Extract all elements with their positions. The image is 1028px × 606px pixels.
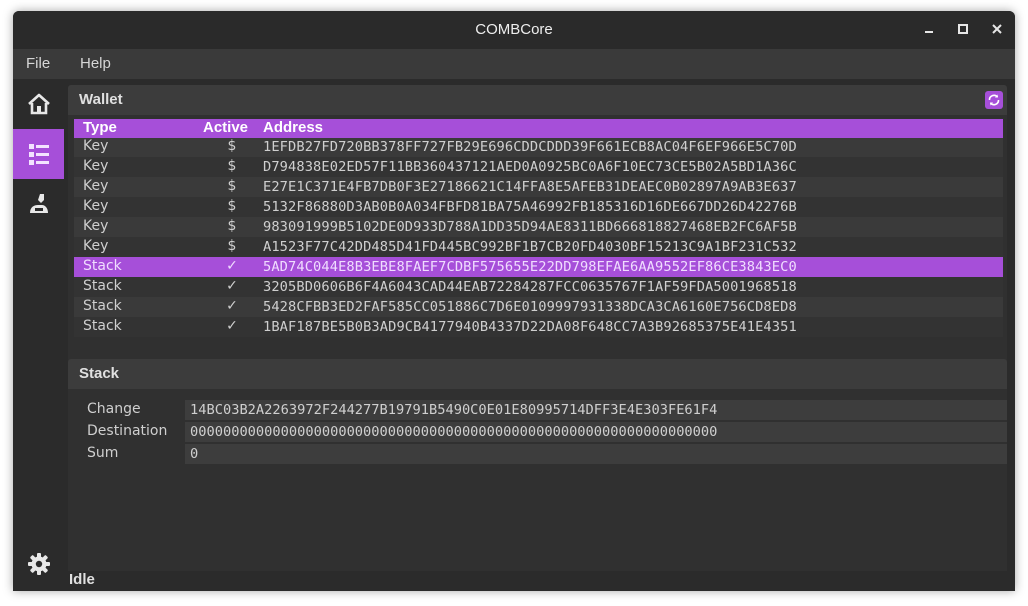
- destination-value: 0000000000000000000000000000000000000000…: [190, 424, 718, 440]
- row-type: Key: [83, 158, 109, 174]
- home-icon: [27, 93, 50, 115]
- row-active: ✓: [226, 258, 238, 274]
- row-type: Stack: [83, 278, 122, 294]
- wallet-title: Wallet: [79, 91, 123, 108]
- row-active: ✓: [226, 298, 238, 314]
- main-content: Wallet Type Active Address Key$1C2F55B72…: [64, 79, 1015, 591]
- table-row[interactable]: Key $ E27E1C371E4FB7DB0F3E27186621C14FFA8E…: [74, 177, 1003, 197]
- title-bar[interactable]: COMBCore: [13, 11, 1015, 49]
- table-row[interactable]: Stack ✓ 3205BD0606B6F4A6043CAD44EAB7228428…: [74, 277, 1003, 297]
- table-row[interactable]: Stack ✓ 5AD74C044E8B3EBE8FAEF7CDBF575655E2…: [74, 257, 1003, 277]
- row-address: 983091999B5102DE0D933D788A1DD35D94AE8311…: [263, 219, 797, 235]
- table-row[interactable]: Key $5132F86880D3AB0B0A034FBFD81BA75A4699…: [74, 197, 1003, 217]
- row-type: Stack: [83, 318, 122, 334]
- maximize-button[interactable]: [952, 19, 974, 41]
- sum-field[interactable]: 0: [185, 444, 1007, 464]
- list-icon: [28, 144, 49, 165]
- sidebar: [13, 79, 64, 591]
- table-row[interactable]: Key $ A1523F77C42DD485D41FD445BC992BF1B7CB…: [74, 237, 1003, 257]
- stack-panel-header: Stack: [68, 359, 1007, 389]
- row-address: A1523F77C42DD485D41FD445BC992BF1B7CB20FD…: [263, 239, 797, 255]
- sidebar-item-tools[interactable]: [13, 179, 64, 229]
- menu-help[interactable]: Help: [80, 55, 111, 72]
- tools-icon: [29, 194, 48, 213]
- row-active: $: [227, 178, 237, 194]
- gear-icon: [27, 553, 50, 575]
- row-address: 5132F86880D3AB0B0A034FBFD81BA75A46992FB1…: [263, 199, 797, 215]
- sum-value: 0: [190, 446, 199, 462]
- row-address: D794838E02ED57F11BB360437121AED0A0925BC0…: [263, 159, 797, 175]
- row-type: Stack: [83, 258, 122, 274]
- sum-label: Sum: [87, 445, 119, 461]
- table-header: Type Active Address: [74, 119, 1003, 138]
- row-type: Key: [83, 138, 109, 154]
- table-row[interactable]: Stack ✓ 1BAF187BE5B0B3AD9CB4177940B4337D22…: [74, 317, 1003, 337]
- row-active: $: [227, 218, 237, 234]
- change-value: 14BC03B2A2263972F244277B19791B5490C0E01E…: [190, 402, 718, 418]
- row-type: Stack: [83, 298, 122, 314]
- row-active: ✓: [226, 318, 238, 334]
- refresh-icon: [988, 94, 1000, 106]
- close-button[interactable]: [986, 19, 1008, 41]
- row-type: Key: [83, 218, 109, 234]
- row-active: ✓: [226, 278, 238, 294]
- change-field[interactable]: 14BC03B2A2263972F244277B19791B5490C0E01E…: [185, 400, 1007, 420]
- destination-field[interactable]: 0000000000000000000000000000000000000000…: [185, 422, 1007, 442]
- maximize-icon: [958, 24, 968, 34]
- row-address: 5428CFBB3ED2FAF585CC051886C7D6E010999793…: [263, 299, 797, 315]
- table-row[interactable]: Key $ D794838E02ED57F11BB360437121AED0A092…: [74, 157, 1003, 177]
- table-row[interactable]: Stack ✓ 5428CFBB3ED2FAF585CC051886C7D6E010…: [74, 297, 1003, 317]
- app-window: COMBCore File Help Wallet Type Active Ad…: [13, 11, 1015, 591]
- row-active: $: [227, 198, 237, 214]
- refresh-button[interactable]: [985, 91, 1003, 109]
- row-active: $: [227, 158, 237, 174]
- row-type: Key: [83, 198, 109, 214]
- row-address: 3205BD0606B6F4A6043CAD44EAB72284287FCC06…: [263, 279, 797, 295]
- column-header-active[interactable]: Active: [203, 119, 248, 136]
- close-icon: [992, 24, 1002, 34]
- menu-bar: File Help: [13, 49, 1015, 79]
- minimize-button[interactable]: [918, 19, 940, 41]
- menu-file[interactable]: File: [26, 55, 50, 72]
- row-address: 1EFDB27FD720BB378FF727FB29E696CDDCDDD39F…: [263, 139, 797, 155]
- stack-title: Stack: [79, 365, 120, 382]
- minimize-icon: [925, 31, 933, 33]
- change-label: Change: [87, 401, 141, 417]
- row-address: 1BAF187BE5B0B3AD9CB4177940B4337D22DA08F6…: [263, 319, 797, 335]
- sidebar-item-wallet[interactable]: [13, 129, 64, 179]
- row-address: 5AD74C044E8B3EBE8FAEF7CDBF575655E22DD798…: [263, 259, 797, 275]
- status-text: Idle: [69, 571, 95, 588]
- wallet-table[interactable]: Type Active Address Key$1C2F55B72D028515…: [74, 119, 1003, 363]
- row-type: Key: [83, 238, 109, 254]
- table-row[interactable]: Key $1EFDB27FD720BB378FF727FB29E696CDDCDD…: [74, 137, 1003, 157]
- column-header-address[interactable]: Address: [263, 119, 323, 136]
- table-row[interactable]: Key $983091999B5102DE0D933D788A1DD35D94AE…: [74, 217, 1003, 237]
- sidebar-item-settings[interactable]: [13, 539, 64, 589]
- row-active: $: [227, 238, 237, 254]
- row-type: Key: [83, 178, 109, 194]
- row-address: E27E1C371E4FB7DB0F3E27186621C14FFA8E5AFE…: [263, 179, 797, 195]
- destination-label: Destination: [87, 423, 168, 439]
- sidebar-item-home[interactable]: [13, 79, 64, 129]
- column-header-type[interactable]: Type: [83, 119, 117, 136]
- row-active: $: [227, 138, 237, 154]
- window-title: COMBCore: [475, 21, 553, 38]
- stack-panel-body: Change 14BC03B2A2263972F244277B19791B549…: [68, 389, 1007, 571]
- wallet-panel-header: Wallet: [68, 85, 1007, 115]
